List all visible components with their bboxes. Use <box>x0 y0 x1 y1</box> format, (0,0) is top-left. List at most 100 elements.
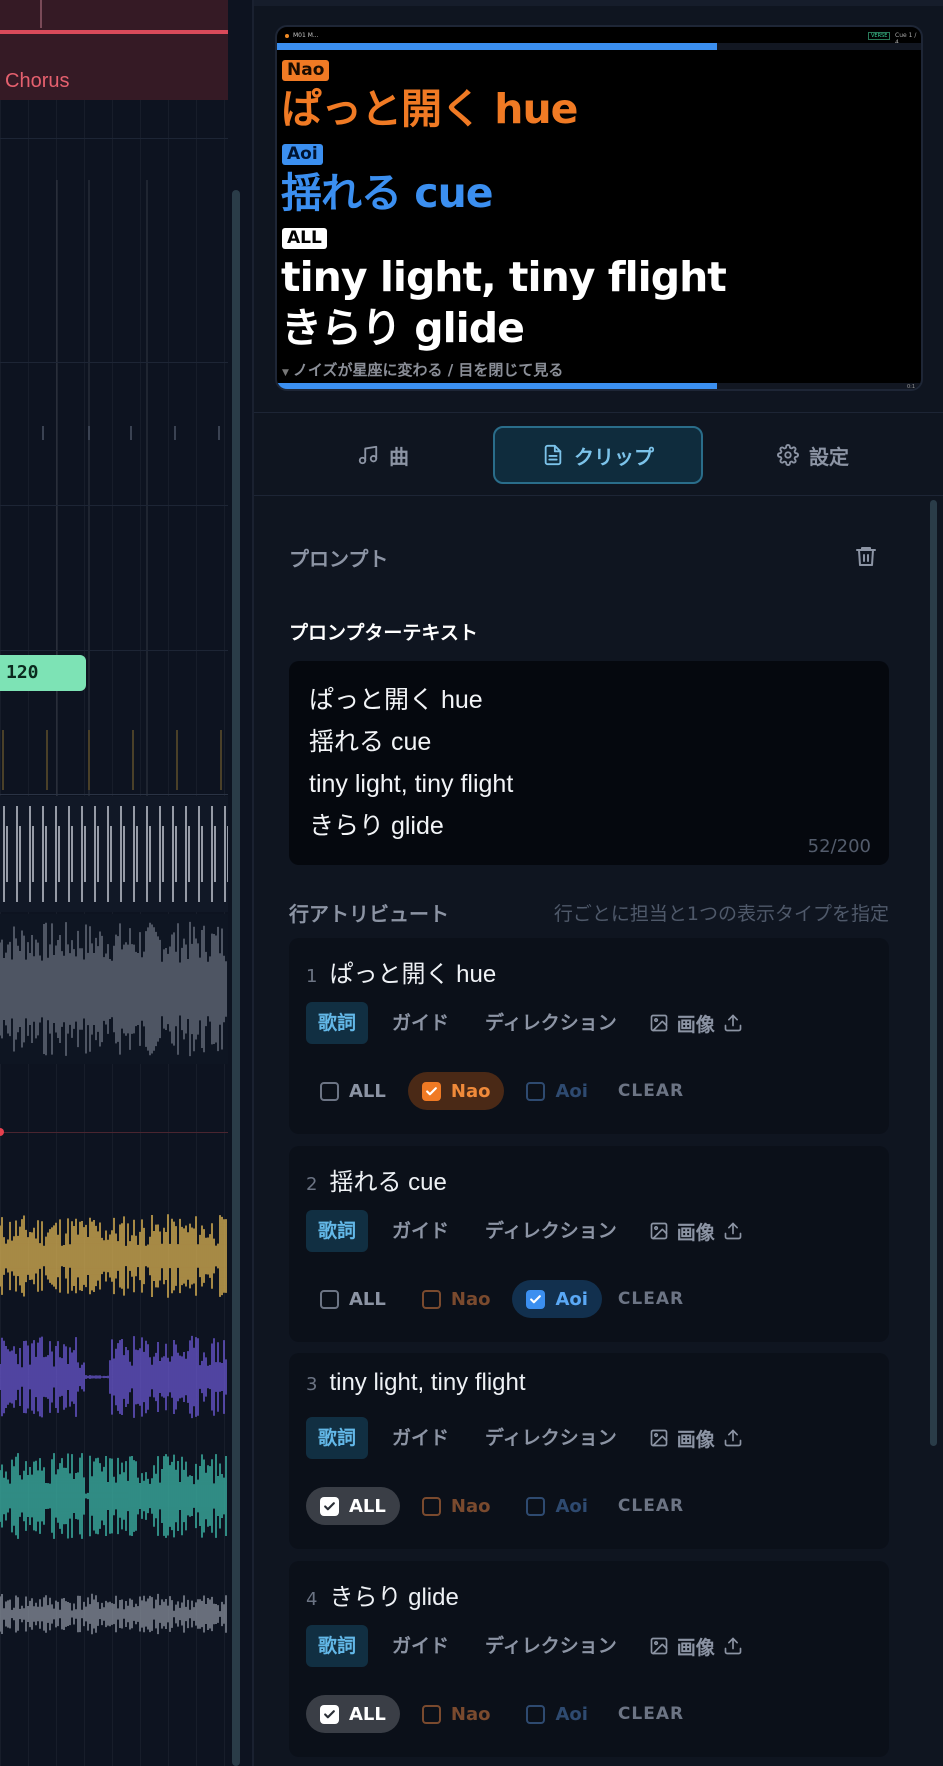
assign-aoi-chip[interactable]: Aoi <box>512 1487 601 1525</box>
preview-bottom-bar <box>277 383 717 389</box>
grid-line <box>56 180 58 800</box>
preview-status-dot <box>285 34 289 38</box>
row-header: 4 きらり glide <box>306 1577 459 1612</box>
assign-all-chip[interactable]: ALL <box>306 1487 400 1525</box>
type-lyric-button[interactable]: 歌詞 <box>306 1417 369 1459</box>
checkbox-icon <box>526 1704 546 1724</box>
region-marker <box>40 0 42 28</box>
checkbox-checked-icon <box>320 1704 339 1724</box>
clear-assign-button[interactable]: CLEAR <box>610 1081 692 1101</box>
assign-all-label: ALL <box>349 1703 386 1725</box>
preview-tag-nao: Nao <box>282 60 330 81</box>
assign-nao-chip[interactable]: Nao <box>408 1695 505 1733</box>
tab-song[interactable]: 曲 <box>278 426 488 484</box>
upload-icon[interactable] <box>723 1428 743 1448</box>
assign-all-chip[interactable]: ALL <box>306 1280 400 1318</box>
assign-nao-label: Nao <box>450 1495 491 1517</box>
assignee-selector: ALL Nao Aoi CLEAR <box>306 1487 692 1525</box>
assignee-selector: ALL Nao Aoi CLEAR <box>306 1280 692 1318</box>
track-divider <box>0 138 228 139</box>
line-attribute-row: 1 ぱっと開く hue 歌詞 ガイド ディレクション 画像 ALL Nao Ao… <box>289 938 889 1134</box>
checkbox-checked-icon <box>421 1081 441 1101</box>
timeline-scrollbar[interactable] <box>232 190 240 1766</box>
preview-tag-all: ALL <box>282 228 327 249</box>
type-direction-button[interactable]: ディレクション <box>473 1625 629 1667</box>
upload-icon[interactable] <box>723 1636 743 1656</box>
clear-assign-button[interactable]: CLEAR <box>610 1704 692 1724</box>
inspector-panel: M01 M... VERSE Cue 1 / 4 Nao ぱっと開く hue A… <box>254 0 943 1766</box>
preview-progress-bar <box>277 43 717 50</box>
type-lyric-button[interactable]: 歌詞 <box>306 1210 369 1252</box>
assign-all-chip[interactable]: ALL <box>306 1072 400 1110</box>
clear-assign-button[interactable]: CLEAR <box>610 1289 692 1309</box>
assign-aoi-label: Aoi <box>555 1495 588 1517</box>
waveform-click-track[interactable] <box>0 796 228 912</box>
preview-tag-aoi: Aoi <box>282 144 323 165</box>
waveform-synth-track[interactable] <box>0 1318 228 1436</box>
assign-aoi-chip[interactable]: Aoi <box>512 1280 602 1318</box>
type-guide-button[interactable]: ガイド <box>380 1417 461 1459</box>
inspector-scrollbar[interactable] <box>930 500 937 1446</box>
row-text: tiny light, tiny flight <box>329 1369 526 1396</box>
checkbox-icon <box>421 1704 441 1724</box>
assign-nao-chip[interactable]: Nao <box>408 1280 505 1318</box>
assign-nao-chip[interactable]: Nao <box>407 1072 505 1110</box>
row-number: 4 <box>306 1589 318 1610</box>
assign-nao-chip[interactable]: Nao <box>408 1487 505 1525</box>
region-boundary[interactable] <box>0 30 228 34</box>
type-direction-button[interactable]: ディレクション <box>473 1002 629 1044</box>
upload-icon[interactable] <box>723 1013 743 1033</box>
row-header: 2 揺れる cue <box>306 1162 447 1197</box>
type-image-button[interactable]: 画像 <box>641 1417 751 1459</box>
triangle-icon: ▼ <box>282 368 289 378</box>
type-direction-button[interactable]: ディレクション <box>473 1210 629 1252</box>
prompter-textarea[interactable]: ぱっと開く hue 揺れる cue tiny light, tiny fligh… <box>289 661 889 865</box>
assign-all-label: ALL <box>349 1495 386 1517</box>
beat-ticks <box>0 730 228 790</box>
trash-icon[interactable] <box>854 544 878 572</box>
type-image-button[interactable]: 画像 <box>641 1002 751 1044</box>
row-number: 1 <box>306 966 318 987</box>
preview-line-2: 揺れる cue <box>281 169 494 217</box>
type-direction-button[interactable]: ディレクション <box>473 1417 629 1459</box>
checkbox-icon <box>320 1289 339 1309</box>
assign-aoi-label: Aoi <box>555 1703 588 1725</box>
type-image-label: 画像 <box>676 1428 715 1451</box>
waveform-fx-track[interactable] <box>0 1556 228 1672</box>
type-guide-button[interactable]: ガイド <box>380 1210 461 1252</box>
tab-settings[interactable]: 設定 <box>708 426 918 484</box>
upload-icon[interactable] <box>723 1221 743 1241</box>
type-guide-button[interactable]: ガイド <box>380 1002 461 1044</box>
assign-nao-label: Nao <box>450 1288 491 1310</box>
waveform-vocal-track[interactable] <box>0 1196 228 1316</box>
display-type-selector: 歌詞 ガイド ディレクション 画像 <box>306 1210 751 1252</box>
char-counter: 52/200 <box>807 836 871 857</box>
image-icon <box>649 1013 669 1033</box>
type-image-button[interactable]: 画像 <box>641 1210 751 1252</box>
tab-settings-label: 設定 <box>809 444 849 469</box>
timeline-panel[interactable]: Chorus 120 <box>0 0 252 1766</box>
preview-next-line: ▼ ノイズが星座に変わる / 目を閉じて見る <box>282 359 563 380</box>
textarea-line: きらり glide <box>309 812 444 840</box>
type-lyric-button[interactable]: 歌詞 <box>306 1625 369 1667</box>
type-guide-button[interactable]: ガイド <box>380 1625 461 1667</box>
tab-clip[interactable]: クリップ <box>493 426 703 484</box>
type-lyric-button[interactable]: 歌詞 <box>306 1002 369 1044</box>
assign-nao-label: Nao <box>450 1703 491 1725</box>
textarea-line: tiny light, tiny flight <box>309 770 514 798</box>
assign-aoi-chip[interactable]: Aoi <box>512 1695 601 1733</box>
assign-all-label: ALL <box>349 1080 386 1102</box>
row-number: 3 <box>306 1374 318 1395</box>
preview-section-badge: VERSE <box>868 32 891 40</box>
waveform-pad-track[interactable] <box>0 1438 228 1554</box>
display-type-selector: 歌詞 ガイド ディレクション 画像 <box>306 1417 751 1459</box>
tempo-marker[interactable]: 120 <box>0 655 86 691</box>
type-image-button[interactable]: 画像 <box>641 1625 751 1667</box>
image-icon <box>649 1636 669 1656</box>
assign-all-chip[interactable]: ALL <box>306 1695 400 1733</box>
track-divider <box>0 362 228 363</box>
assign-aoi-chip[interactable]: Aoi <box>512 1072 601 1110</box>
type-image-label: 画像 <box>676 1221 715 1244</box>
waveform-master-track[interactable] <box>0 914 228 1064</box>
clear-assign-button[interactable]: CLEAR <box>610 1496 692 1516</box>
